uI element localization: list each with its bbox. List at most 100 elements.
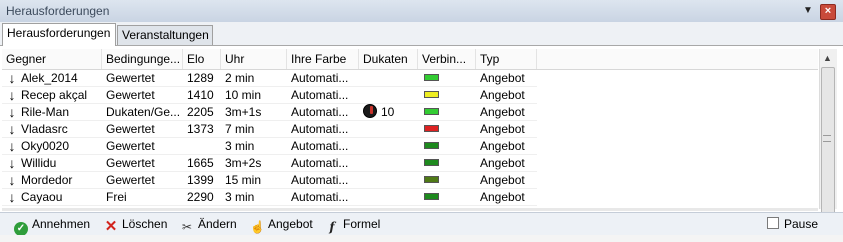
close-icon[interactable]: × [820,4,836,20]
table-row[interactable]: ↓ Cayaou Frei 2290 3 min Automati... Ange… [2,189,818,206]
table-row[interactable]: ↓ Rile-Man Dukaten/Ge... 2205 3m+1s Autom… [2,104,818,121]
formula-button[interactable]: f Formel [325,216,380,234]
cell-elo: 1410 [187,88,214,102]
cell-bedingungen: Gewertet [106,71,155,85]
cell-uhr: 3 min [225,139,255,153]
arrow-down-icon: ↓ [8,104,16,120]
scissors-icon: ✂ [181,220,193,234]
opponent-name: Alek_2014 [21,71,78,85]
column-header-elo[interactable]: Elo [183,49,221,69]
table-row[interactable]: ↓ Oky0020 Gewertet 3 min Automati... Ange… [2,138,818,155]
cell-gegner: ↓ Vladasrc [2,121,102,138]
cell-gegner: ↓ Willidu [2,155,102,172]
cell-uhr: 3 min [225,190,255,204]
arrow-down-icon: ↓ [8,172,16,188]
cell-bedingungen: Dukaten/Ge... [106,105,181,119]
opponent-name: Willidu [21,156,57,170]
scrollbar-thumb[interactable] [821,67,835,225]
accept-label: Annehmen [32,217,91,231]
table-row[interactable]: ↓ Mordedor Gewertet 1399 15 min Automati.… [2,172,818,189]
cell-typ: Angebot [480,173,525,187]
cell-elo [183,138,221,155]
arrow-down-icon: ↓ [8,70,16,86]
cell-typ: Angebot [480,139,525,153]
window-titlebar: Herausforderungen ▼ × [0,0,843,23]
horizontal-scrollbar[interactable] [2,208,818,211]
cell-typ: Angebot [480,88,525,102]
cell-uhr: 7 min [225,122,255,136]
tab-bar: Herausforderungen Veranstaltungen [0,22,843,46]
cell-gegner: ↓ Oky0020 [2,138,102,155]
cell-typ: Angebot [480,190,525,204]
cell-ihre-farbe: Automati... [291,139,349,153]
cell-dukaten [359,155,418,172]
connection-indicator [424,108,439,115]
cell-dukaten [359,70,418,87]
cell-elo: 1665 [187,156,214,170]
cell-bedingungen: Gewertet [106,122,155,136]
offer-button[interactable]: ☝ Angebot [250,216,313,234]
cell-dukaten [359,87,418,104]
arrow-down-icon: ↓ [8,189,16,205]
tab-herausforderungen[interactable]: Herausforderungen [2,23,116,46]
opponent-name: Recep akçal [21,88,88,102]
cell-elo: 1373 [187,122,214,136]
column-header-uhr[interactable]: Uhr [221,49,287,69]
arrow-down-icon: ↓ [8,121,16,137]
vertical-scrollbar[interactable]: ▲ [819,49,837,225]
chevron-down-icon[interactable]: ▼ [801,4,815,18]
cell-dukaten [359,121,418,138]
check-circle-icon: ✓ [14,222,28,236]
table-row[interactable]: ↓ Recep akçal Gewertet 1410 10 min Automa… [2,87,818,104]
column-header-verbindung[interactable]: Verbin... [418,49,476,69]
cell-bedingungen: Frei [106,190,127,204]
offer-label: Angebot [268,217,313,231]
table-row[interactable]: ↓ Alek_2014 Gewertet 1289 2 min Automati.… [2,70,818,87]
coin-icon [363,104,377,118]
column-header-bedingungen[interactable]: Bedingunge... [102,49,183,69]
row-divider [2,205,537,206]
cell-bedingungen: Gewertet [106,88,155,102]
cell-elo: 2205 [187,105,214,119]
table-row[interactable]: ↓ Vladasrc Gewertet 1373 7 min Automati..… [2,121,818,138]
cell-ihre-farbe: Automati... [291,105,349,119]
tab-veranstaltungen[interactable]: Veranstaltungen [117,25,213,45]
accept-button[interactable]: ✓ Annehmen [14,216,91,236]
cell-uhr: 2 min [225,71,255,85]
column-header-dukaten[interactable]: Dukaten [359,49,418,69]
cell-ihre-farbe: Automati... [291,190,349,204]
cell-bedingungen: Gewertet [106,173,155,187]
table-row[interactable]: ↓ Willidu Gewertet 1665 3m+2s Automati...… [2,155,818,172]
cell-elo: 1399 [187,173,214,187]
connection-indicator [424,193,439,200]
pause-checkbox[interactable] [767,217,779,229]
connection-indicator [424,176,439,183]
cell-dukaten [359,172,418,189]
cell-typ: Angebot [480,105,525,119]
cell-gegner: ↓ Cayaou [2,189,102,206]
cell-bedingungen: Gewertet [106,156,155,170]
cell-gegner: ↓ Mordedor [2,172,102,189]
cell-ihre-farbe: Automati... [291,156,349,170]
dukaten-amount: 10 [381,105,395,119]
arrow-down-icon: ↓ [8,87,16,103]
cell-elo: 2290 [187,190,214,204]
column-header-gegner[interactable]: Gegner [2,49,102,69]
edit-label: Ändern [198,217,237,231]
fx-icon: f [329,220,335,234]
scroll-up-icon[interactable]: ▲ [823,53,832,63]
connection-indicator [424,91,439,98]
opponent-name: Rile-Man [21,105,70,119]
edit-button[interactable]: ✂ Ändern [180,216,237,234]
cell-bedingungen: Gewertet [106,139,155,153]
column-header-ihre-farbe[interactable]: Ihre Farbe [287,49,359,69]
cell-dukaten [359,138,418,155]
cell-uhr: 10 min [225,88,262,102]
column-header-typ[interactable]: Typ [476,49,537,69]
opponent-name: Vladasrc [21,122,68,136]
cell-ihre-farbe: Automati... [291,122,349,136]
red-x-icon: ✕ [104,218,118,235]
cell-elo: 1289 [187,71,214,85]
table-header: Gegner Bedingunge... Elo Uhr Ihre Farbe … [2,49,818,70]
delete-button[interactable]: ✕ Löschen [104,216,168,235]
